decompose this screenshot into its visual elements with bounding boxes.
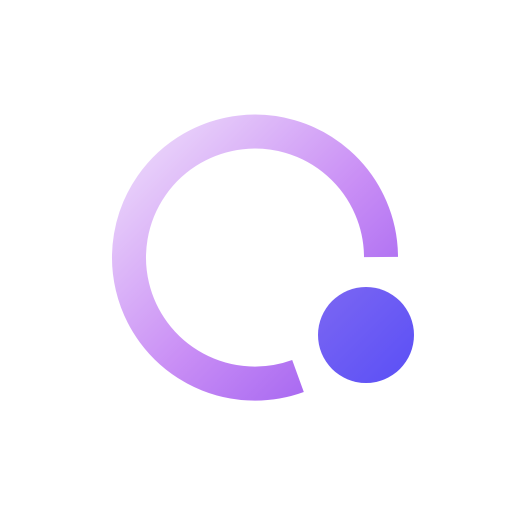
dot-circle <box>318 287 414 383</box>
ring-with-dot-logo-icon <box>112 114 414 401</box>
app-icon-canvas <box>0 0 512 512</box>
